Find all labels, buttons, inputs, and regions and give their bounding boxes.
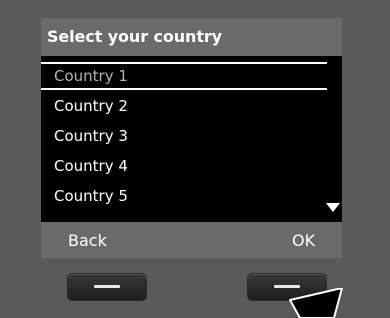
arrow-pointer-icon (289, 288, 343, 318)
country-list: Country 1 Country 2 Country 3 Country 4 … (41, 62, 342, 222)
list-item-country-4[interactable]: Country 4 (41, 152, 342, 180)
list-item-country-2[interactable]: Country 2 (41, 92, 342, 120)
list-item-label: Country 2 (54, 97, 128, 115)
back-softkey-label: Back (68, 231, 107, 250)
softkey-bar: Back OK (41, 222, 342, 258)
list-item-label: Country 5 (54, 187, 128, 205)
list-item-label: Country 3 (54, 127, 128, 145)
phone-display: Select your country Country 1 Country 2 … (41, 18, 342, 258)
phone-device: Select your country Country 1 Country 2 … (0, 0, 390, 318)
list-item-label: Country 4 (54, 157, 128, 175)
scroll-down-icon (326, 203, 340, 212)
list-item-country-5[interactable]: Country 5 (41, 182, 342, 210)
list-item-label: Country 1 (54, 67, 128, 85)
list-item-country-3[interactable]: Country 3 (41, 122, 342, 150)
dash-icon (94, 285, 120, 288)
left-softkey-button[interactable] (67, 273, 147, 301)
display-header: Select your country (41, 18, 342, 56)
list-item-country-1[interactable]: Country 1 (41, 62, 327, 90)
page-title: Select your country (47, 27, 223, 46)
ok-softkey-label: OK (292, 231, 316, 250)
